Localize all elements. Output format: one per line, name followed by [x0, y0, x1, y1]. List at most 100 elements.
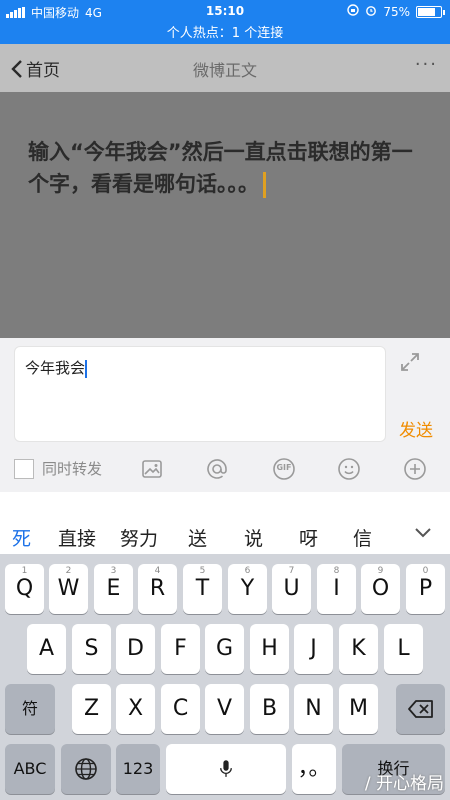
- key-a-label: A: [38, 636, 55, 661]
- key-q[interactable]: 1Q: [5, 564, 44, 614]
- punctuation-key-label: ，。: [297, 756, 331, 781]
- candidate-item[interactable]: 送: [188, 524, 207, 551]
- at-icon[interactable]: [205, 457, 229, 481]
- key-c[interactable]: C: [161, 684, 200, 734]
- watermark: / 开心格局: [364, 774, 444, 794]
- nav-bar: 首页 微博正文 ···: [0, 44, 450, 92]
- microphone-icon: [220, 760, 232, 777]
- globe-key[interactable]: [61, 744, 111, 794]
- key-e-num: 3: [110, 566, 117, 576]
- key-v[interactable]: V: [205, 684, 244, 734]
- key-o-num: 9: [377, 566, 384, 576]
- repost-checkbox[interactable]: [14, 458, 34, 479]
- candidate-item[interactable]: 努力: [120, 524, 158, 551]
- battery-icon: [416, 5, 445, 18]
- key-k[interactable]: K: [339, 624, 378, 674]
- send-button[interactable]: 发送: [399, 416, 433, 441]
- key-n[interactable]: N: [294, 684, 333, 734]
- candidate-item[interactable]: 死: [12, 524, 31, 551]
- key-j[interactable]: J: [294, 624, 333, 674]
- battery-percent: 75%: [383, 4, 410, 19]
- number-key-label: 123: [122, 759, 154, 778]
- status-bar: 中国移动 4G 15:10 75%: [0, 0, 450, 23]
- key-z-label: Z: [83, 696, 100, 721]
- hotspot-banner[interactable]: 个人热点：1 个连接: [0, 23, 450, 44]
- symbol-key[interactable]: 符: [5, 684, 55, 734]
- key-g[interactable]: G: [205, 624, 244, 674]
- key-v-label: V: [216, 696, 233, 721]
- keyboard: 1Q 2W 3E 4R 5T 6Y 7U 8I 9O 0P A S D F G …: [0, 554, 450, 800]
- space-key[interactable]: [166, 744, 286, 794]
- text-cursor: [263, 172, 266, 198]
- candidate-item[interactable]: 直接: [58, 524, 96, 551]
- gif-icon[interactable]: GIF: [272, 457, 296, 481]
- key-m-label: M: [349, 696, 368, 721]
- key-t-num: 5: [199, 566, 206, 576]
- post-text-body: 输入“今年我会”然后一直点击联想的第一个字，看看是哪句话。。。: [28, 140, 413, 196]
- battery-fill: [418, 7, 435, 16]
- key-y-num: 6: [244, 566, 251, 576]
- key-x[interactable]: X: [116, 684, 155, 734]
- key-p-num: 0: [422, 566, 429, 576]
- abc-key[interactable]: ABC: [5, 744, 55, 794]
- compose-toolbar: 同时转发 GIF: [14, 454, 434, 484]
- key-s[interactable]: S: [72, 624, 111, 674]
- candidate-item[interactable]: 呀: [299, 524, 318, 551]
- key-m[interactable]: M: [339, 684, 378, 734]
- key-k-label: K: [351, 636, 366, 661]
- key-e[interactable]: 3E: [94, 564, 133, 614]
- key-p[interactable]: 0P: [406, 564, 445, 614]
- key-r-num: 4: [154, 566, 161, 576]
- abc-key-label: ABC: [13, 759, 47, 778]
- emoji-icon[interactable]: [337, 457, 361, 481]
- key-l-label: L: [397, 636, 410, 661]
- repost-label: 同时转发: [42, 460, 103, 478]
- symbol-key-label: 符: [21, 699, 38, 718]
- rotation-lock-icon: [347, 4, 360, 19]
- delete-key[interactable]: [396, 684, 445, 734]
- key-a[interactable]: A: [27, 624, 66, 674]
- key-b-label: B: [261, 696, 278, 721]
- key-f-label: F: [174, 636, 187, 661]
- key-c-label: C: [172, 696, 189, 721]
- globe-icon: [75, 758, 97, 780]
- expand-icon[interactable]: [398, 350, 422, 374]
- key-y[interactable]: 6Y: [228, 564, 267, 614]
- key-w[interactable]: 2W: [49, 564, 88, 614]
- alarm-icon: [365, 4, 377, 19]
- repost-checkbox-group[interactable]: 同时转发: [14, 458, 102, 479]
- post-content-overlay[interactable]: [0, 92, 450, 338]
- input-cursor: [85, 359, 88, 378]
- image-icon[interactable]: [140, 457, 164, 481]
- punctuation-key[interactable]: ，。: [292, 744, 336, 794]
- status-right: 75%: [347, 4, 445, 19]
- key-o[interactable]: 9O: [361, 564, 400, 614]
- compose-panel: 今年我会 发送 同时转发 GIF: [0, 338, 450, 492]
- key-i[interactable]: 8I: [317, 564, 356, 614]
- key-g-label: G: [215, 636, 234, 661]
- candidate-item[interactable]: 说: [244, 524, 263, 551]
- key-z[interactable]: Z: [72, 684, 111, 734]
- more-icon[interactable]: ···: [415, 54, 438, 75]
- comment-input[interactable]: 今年我会: [14, 346, 386, 442]
- key-u[interactable]: 7U: [272, 564, 311, 614]
- key-r[interactable]: 4R: [138, 564, 177, 614]
- key-n-label: N: [305, 696, 322, 721]
- key-l[interactable]: L: [384, 624, 423, 674]
- plus-icon[interactable]: [403, 457, 427, 481]
- candidate-item[interactable]: 信: [353, 524, 372, 551]
- key-f[interactable]: F: [161, 624, 200, 674]
- page-title: 微博正文: [192, 61, 257, 80]
- key-t[interactable]: 5T: [183, 564, 222, 614]
- key-d-label: D: [127, 636, 144, 661]
- key-x-label: X: [127, 696, 144, 721]
- chevron-down-icon[interactable]: [414, 526, 432, 540]
- ime-candidate-bar: 死 直接 努力 送 说 呀 信: [0, 492, 450, 554]
- key-d[interactable]: D: [116, 624, 155, 674]
- key-s-label: S: [84, 636, 99, 661]
- key-u-num: 7: [288, 566, 295, 576]
- key-i-num: 8: [333, 566, 340, 576]
- key-b[interactable]: B: [250, 684, 289, 734]
- key-h[interactable]: H: [250, 624, 289, 674]
- number-key[interactable]: 123: [116, 744, 160, 794]
